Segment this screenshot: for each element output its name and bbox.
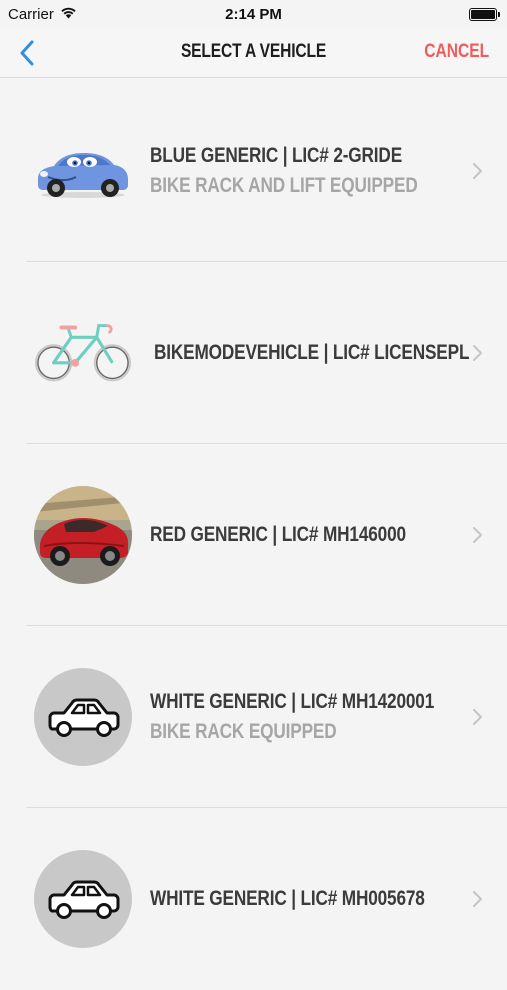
page-title: SELECT A VEHICLE <box>180 41 327 62</box>
bicycle-image <box>34 304 132 402</box>
red-sports-car-image <box>34 486 132 584</box>
vehicle-text: BLUE GENERIC | LIC# 2-GRIDE BIKE RACK AN… <box>150 80 418 262</box>
vehicle-row[interactable]: RED GENERIC | LIC# MH146000 <box>0 444 507 626</box>
vehicle-subtitle: BIKE RACK EQUIPPED <box>150 720 337 743</box>
vehicle-row[interactable]: BLUE GENERIC | LIC# 2-GRIDE BIKE RACK AN… <box>0 80 507 262</box>
chevron-right-icon <box>473 345 482 361</box>
wifi-icon <box>60 6 77 23</box>
chevron-right-icon <box>473 527 482 543</box>
vehicle-row[interactable]: WHITE GENERIC | LIC# MH1420001 BIKE RACK… <box>0 626 507 808</box>
vehicle-title: WHITE GENERIC | LIC# MH1420001 <box>150 690 435 713</box>
vehicle-list: BLUE GENERIC | LIC# 2-GRIDE BIKE RACK AN… <box>0 80 507 990</box>
navigation-bar: SELECT A VEHICLE CANCEL <box>0 28 507 78</box>
vehicle-text: WHITE GENERIC | LIC# MH1420001 BIKE RACK… <box>150 626 434 808</box>
carrier-label: Carrier <box>8 5 54 23</box>
vehicle-row[interactable]: BIKEMODEVEHICLE | LIC# LICENSEPL <box>0 262 507 444</box>
car-outline-icon <box>34 668 132 766</box>
vehicle-subtitle: BIKE RACK AND LIFT EQUIPPED <box>150 174 418 197</box>
vehicle-title: WHITE GENERIC | LIC# MH005678 <box>150 887 425 910</box>
blue-cartoon-car-image <box>34 122 132 220</box>
vehicle-text: RED GENERIC | LIC# MH146000 <box>150 444 406 626</box>
cancel-button[interactable]: CANCEL <box>424 28 489 76</box>
car-outline-icon <box>34 850 132 948</box>
status-bar: Carrier 2:14 PM <box>0 0 507 28</box>
vehicle-title: BLUE GENERIC | LIC# 2-GRIDE <box>150 144 403 167</box>
chevron-right-icon <box>473 163 482 179</box>
vehicle-title: RED GENERIC | LIC# MH146000 <box>150 523 406 546</box>
vehicle-text: WHITE GENERIC | LIC# MH005678 <box>150 808 425 990</box>
status-left: Carrier <box>8 6 77 23</box>
vehicle-text: BIKEMODEVEHICLE | LIC# LICENSEPL <box>154 262 469 444</box>
chevron-left-icon <box>20 40 34 66</box>
back-button[interactable] <box>12 37 42 69</box>
battery-icon <box>469 7 500 21</box>
chevron-right-icon <box>473 709 482 725</box>
vehicle-row[interactable]: WHITE GENERIC | LIC# MH005678 <box>0 808 507 990</box>
vehicle-title: BIKEMODEVEHICLE | LIC# LICENSEPL <box>154 341 470 364</box>
chevron-right-icon <box>473 891 482 907</box>
